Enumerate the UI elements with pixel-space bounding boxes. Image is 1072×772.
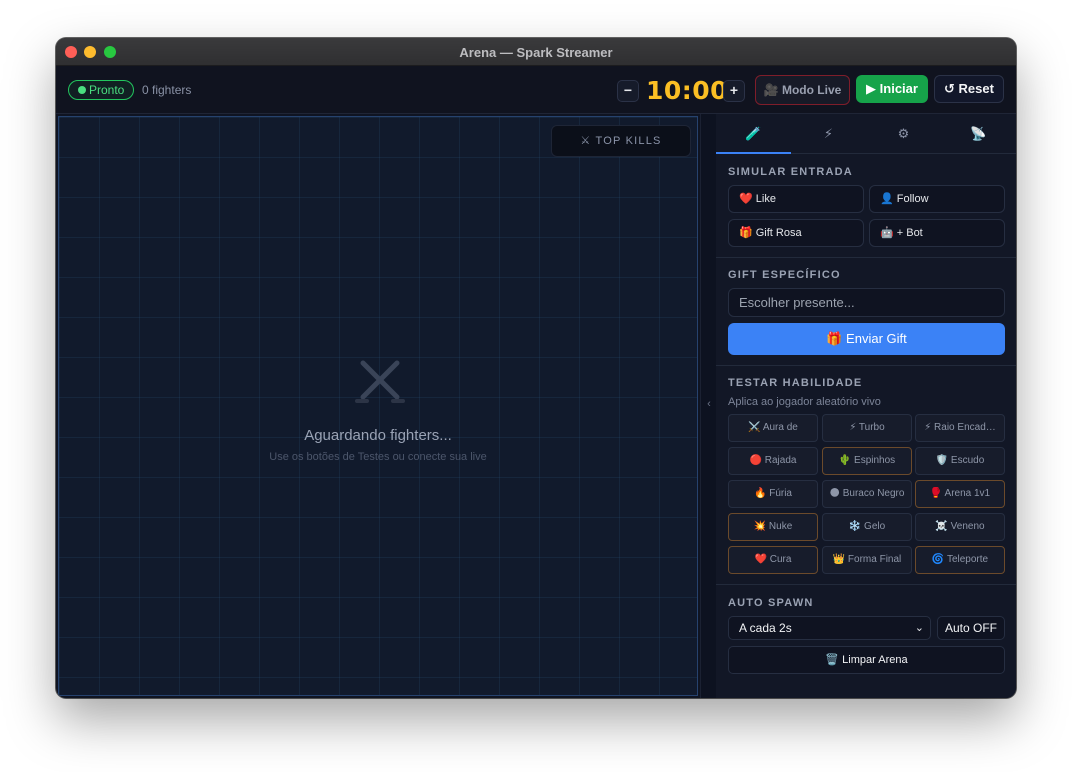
skill-furia-button[interactable]: 🔥 Fúria — [728, 480, 818, 508]
add-bot-button[interactable]: 🤖 + Bot — [869, 219, 1005, 247]
simulate-like-button[interactable]: ❤️ Like — [728, 185, 864, 213]
status-badge: Pronto — [68, 80, 135, 100]
start-button[interactable]: ▶ Iniciar — [856, 75, 928, 103]
section-title-spawn: AUTO SPAWN — [728, 597, 814, 609]
arena-canvas[interactable]: ⚔ TOP KILLS Aguardando fighters... Use o… — [58, 116, 698, 696]
increase-time-button[interactable]: + — [723, 80, 745, 102]
status-label: Pronto — [89, 83, 125, 97]
window-title: Arena — Spark Streamer — [459, 45, 613, 60]
section-title-gift: GIFT ESPECÍFICO — [728, 269, 841, 281]
skill-gelo-button[interactable]: ❄️ Gelo — [822, 513, 912, 541]
skill-arena-1v1-button[interactable]: 🥊 Arena 1v1 — [915, 480, 1005, 508]
top-toolbar: Pronto 0 fighters − 10:00 + 🎥 Modo Live … — [56, 66, 1016, 114]
skill-black-hole-button[interactable]: 🌑 Buraco Negro — [822, 480, 912, 508]
reset-button[interactable]: ↺ Reset — [934, 75, 1004, 103]
spawn-interval-select[interactable]: A cada 2s ⌄ — [728, 616, 931, 640]
top-kills-board: ⚔ TOP KILLS — [551, 125, 691, 157]
collapse-panel-icon[interactable]: ‹ — [701, 398, 717, 410]
send-gift-button[interactable]: 🎁 Enviar Gift — [728, 323, 1005, 355]
skill-rajada-button[interactable]: 🔴 Rajada — [728, 447, 818, 475]
skill-escudo-button[interactable]: 🛡️ Escudo — [915, 447, 1005, 475]
timer-display: 10:00 — [646, 76, 729, 105]
waiting-subtitle: Use os botões de Testes ou conecte sua l… — [269, 451, 487, 463]
gift-select-input[interactable]: Escolher presente... — [728, 288, 1005, 317]
side-panel: 🧪 ⚡ ⚙ 📡 SIMULAR ENTRADA ❤️ Like 👤 Follow… — [716, 114, 1016, 698]
skill-chain-lightning-button[interactable]: ⚡ Raio Encad… — [915, 414, 1005, 442]
section-title-skills: TESTAR HABILIDADE — [728, 377, 863, 389]
clear-arena-button[interactable]: 🗑️ Limpar Arena — [728, 646, 1005, 674]
divider — [716, 257, 1016, 258]
panel-tabs: 🧪 ⚡ ⚙ 📡 — [716, 114, 1016, 154]
tab-tests[interactable]: 🧪 — [716, 114, 791, 154]
tab-settings[interactable]: ⚙ — [866, 114, 941, 154]
live-mode-button[interactable]: 🎥 Modo Live — [755, 75, 850, 105]
auto-spawn-toggle[interactable]: Auto OFF — [937, 616, 1005, 640]
skill-aura-button[interactable]: ⚔️ Aura de — [728, 414, 818, 442]
fighters-count: 0 fighters — [142, 83, 192, 97]
crossed-swords-icon — [355, 360, 405, 403]
skill-final-form-button[interactable]: 👑 Forma Final — [822, 546, 912, 574]
divider — [716, 365, 1016, 366]
spawn-interval-value: A cada 2s — [739, 621, 792, 635]
chevron-down-icon: ⌄ — [914, 622, 924, 634]
skill-turbo-button[interactable]: ⚡ Turbo — [822, 414, 912, 442]
skill-nuke-button[interactable]: 💥 Nuke — [728, 513, 818, 541]
tab-skills[interactable]: ⚡ — [791, 114, 866, 154]
simulate-gift-rose-button[interactable]: 🎁 Gift Rosa — [728, 219, 864, 247]
status-dot-icon — [78, 86, 86, 94]
skill-espinhos-button[interactable]: 🌵 Espinhos — [822, 447, 912, 475]
section-title-simular: SIMULAR ENTRADA — [728, 166, 853, 178]
skills-hint: Aplica ao jogador aleatório vivo — [728, 396, 881, 408]
decrease-time-button[interactable]: − — [617, 80, 639, 102]
skill-cura-button[interactable]: ❤️ Cura — [728, 546, 818, 574]
simulate-follow-button[interactable]: 👤 Follow — [869, 185, 1005, 213]
waiting-title: Aguardando fighters... — [304, 427, 452, 444]
skill-teleport-button[interactable]: 🌀 Teleporte — [915, 546, 1005, 574]
skill-veneno-button[interactable]: ☠️ Veneno — [915, 513, 1005, 541]
app-window: Arena — Spark Streamer Pronto 0 fighters… — [56, 38, 1016, 698]
panel-divider[interactable]: ‹ — [700, 114, 716, 698]
divider — [716, 584, 1016, 585]
title-bar: Arena — Spark Streamer — [56, 38, 1016, 66]
tab-live[interactable]: 📡 — [941, 114, 1016, 154]
